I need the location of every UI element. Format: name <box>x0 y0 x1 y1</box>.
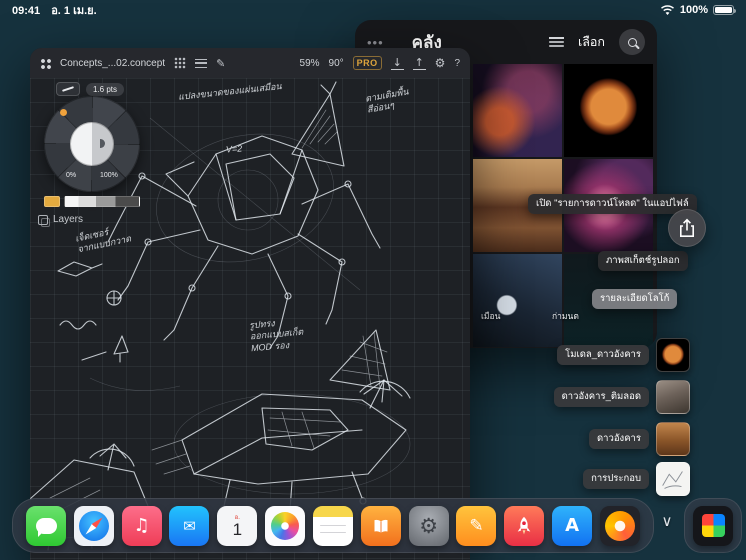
color-swatch[interactable] <box>44 196 60 207</box>
drag-item-label: ดาวอังคาร_ติมลอด <box>554 387 649 407</box>
swirl-icon <box>605 511 635 541</box>
shade-icon <box>96 139 105 148</box>
clock: 09:41 <box>12 5 40 17</box>
tooltip-sketch-decal: ภาพสเก็ตช์รูปลอก <box>598 251 688 271</box>
status-left: 09:41 อ. 1 เม.ย. <box>12 1 105 19</box>
tooltip-open-downloads: เปิด "รายการดาวน์โหลด" ในแอปไฟล์ <box>528 194 697 214</box>
dock-recent-apps <box>684 498 742 553</box>
drag-item[interactable]: ดาวอังคาร_ติมลอด <box>554 380 690 414</box>
handwritten-annotation: V=2 <box>226 143 243 155</box>
brush-size-label: 1.6 pts <box>86 83 124 96</box>
browser-app-icon[interactable] <box>600 506 640 546</box>
dock-collapse-chevron[interactable]: ∨ <box>656 510 678 532</box>
handwritten-annotation: รูปทรง ออกแบบสเก็ต MOD รอง <box>249 316 305 354</box>
pencil-app-icon[interactable]: ✎ <box>456 506 496 546</box>
select-button[interactable]: เลือก <box>574 32 609 52</box>
color-strip[interactable] <box>44 196 140 207</box>
drawing-canvas[interactable]: แปลงขนาดของแผ่นเสมือน ตามเติมพื้น สีอ่อน… <box>30 78 470 560</box>
drag-item-label: ดาวอังคาร <box>589 429 649 449</box>
messages-app-icon[interactable] <box>26 506 66 546</box>
document-title[interactable]: Concepts_...02.concept <box>60 58 165 69</box>
music-app-icon[interactable]: ♫ <box>122 506 162 546</box>
drag-item[interactable]: การประกอบ <box>583 462 690 496</box>
layers-panel-toggle[interactable]: Layers <box>38 214 83 225</box>
zoom-level[interactable]: 59% <box>300 58 320 69</box>
books-app-icon[interactable] <box>361 506 401 546</box>
status-right: 100% <box>660 4 734 16</box>
search-button[interactable] <box>619 29 645 55</box>
drag-item-label: โมเดล_ดาวอังคาร <box>557 345 649 365</box>
photo-mars[interactable] <box>564 64 653 157</box>
opacity-max-label: 100% <box>100 172 118 179</box>
flower-icon <box>271 512 299 540</box>
brush-stroke-preview[interactable] <box>56 82 80 96</box>
status-bar: 09:41 อ. 1 เม.ย. 100% <box>0 0 746 20</box>
opacity-min-label: 0% <box>66 172 76 179</box>
terrain-thumbnail[interactable] <box>656 422 690 456</box>
active-color-dot[interactable] <box>60 109 67 116</box>
layers-icon <box>38 215 48 225</box>
photo-nebula-orange[interactable] <box>473 64 562 157</box>
layers-label: Layers <box>53 214 83 225</box>
drag-item[interactable]: ดาวอังคาร <box>589 422 690 456</box>
open-book-icon <box>368 513 394 539</box>
drag-item[interactable]: โมเดล_ดาวอังคาร <box>557 338 690 372</box>
photo-caption: เมือน <box>481 309 500 323</box>
concepts-window: Concepts_...02.concept ✎ 59% 90° PRO ↓ ↑… <box>30 48 470 560</box>
help-button[interactable]: ? <box>454 58 460 69</box>
brush-preview-circle[interactable] <box>70 122 114 166</box>
app-store-app-icon[interactable]: A <box>552 506 592 546</box>
import-icon[interactable]: ↓ <box>391 57 404 70</box>
settings-app-icon[interactable]: ⚙ <box>409 506 449 546</box>
rocket-icon <box>510 512 538 540</box>
pen-nib-icon[interactable]: ✎ <box>216 57 225 70</box>
colorful-grid-icon <box>702 514 725 537</box>
recent-app-icon[interactable] <box>693 506 733 546</box>
sketch-thumbnail[interactable] <box>656 462 690 496</box>
battery-percent: 100% <box>680 4 708 16</box>
rocket-app-icon[interactable] <box>504 506 544 546</box>
compass-icon <box>79 511 109 541</box>
share-icon <box>678 218 696 238</box>
search-icon <box>628 38 637 47</box>
battery-icon <box>713 5 734 15</box>
notes-app-icon[interactable] <box>313 506 353 546</box>
date: อ. 1 เม.ย. <box>51 5 96 17</box>
menu-icon[interactable] <box>195 59 207 68</box>
photo-caption: ก่ามนต <box>552 309 579 323</box>
filter-icon[interactable] <box>549 36 564 48</box>
rock-thumbnail[interactable] <box>656 380 690 414</box>
safari-app-icon[interactable] <box>74 506 114 546</box>
photos-app-icon[interactable] <box>265 506 305 546</box>
grid-icon[interactable] <box>174 57 186 69</box>
photo-observatory[interactable]: เมือน <box>473 254 562 347</box>
ipad-screen: 09:41 อ. 1 เม.ย. 100% ••• คลัง เลือก <box>0 0 746 560</box>
app-menu-icon[interactable] <box>40 58 51 69</box>
color-wheel[interactable]: 0% 100% <box>44 96 140 192</box>
settings-gear-icon[interactable]: ⚙ <box>435 56 446 70</box>
export-icon[interactable]: ↑ <box>413 57 426 70</box>
dock: ♫ ✉ อ. 1 ⚙ ✎ A <box>12 498 654 553</box>
pro-badge[interactable]: PRO <box>353 56 382 70</box>
value-scale-bar[interactable] <box>64 196 140 207</box>
calendar-day: 1 <box>233 521 242 540</box>
chat-bubble-icon <box>36 518 57 534</box>
wifi-icon <box>660 5 675 16</box>
mail-app-icon[interactable]: ✉ <box>169 506 209 546</box>
concepts-toolbar: Concepts_...02.concept ✎ 59% 90° PRO ↓ ↑… <box>30 48 470 78</box>
mars-thumbnail[interactable] <box>656 338 690 372</box>
tooltip-logo-details: รายละเอียดโลโก้ <box>592 289 677 309</box>
drag-item-label: การประกอบ <box>583 469 649 489</box>
calendar-app-icon[interactable]: อ. 1 <box>217 506 257 546</box>
share-button[interactable] <box>668 209 706 247</box>
rotation-value[interactable]: 90° <box>329 58 344 69</box>
